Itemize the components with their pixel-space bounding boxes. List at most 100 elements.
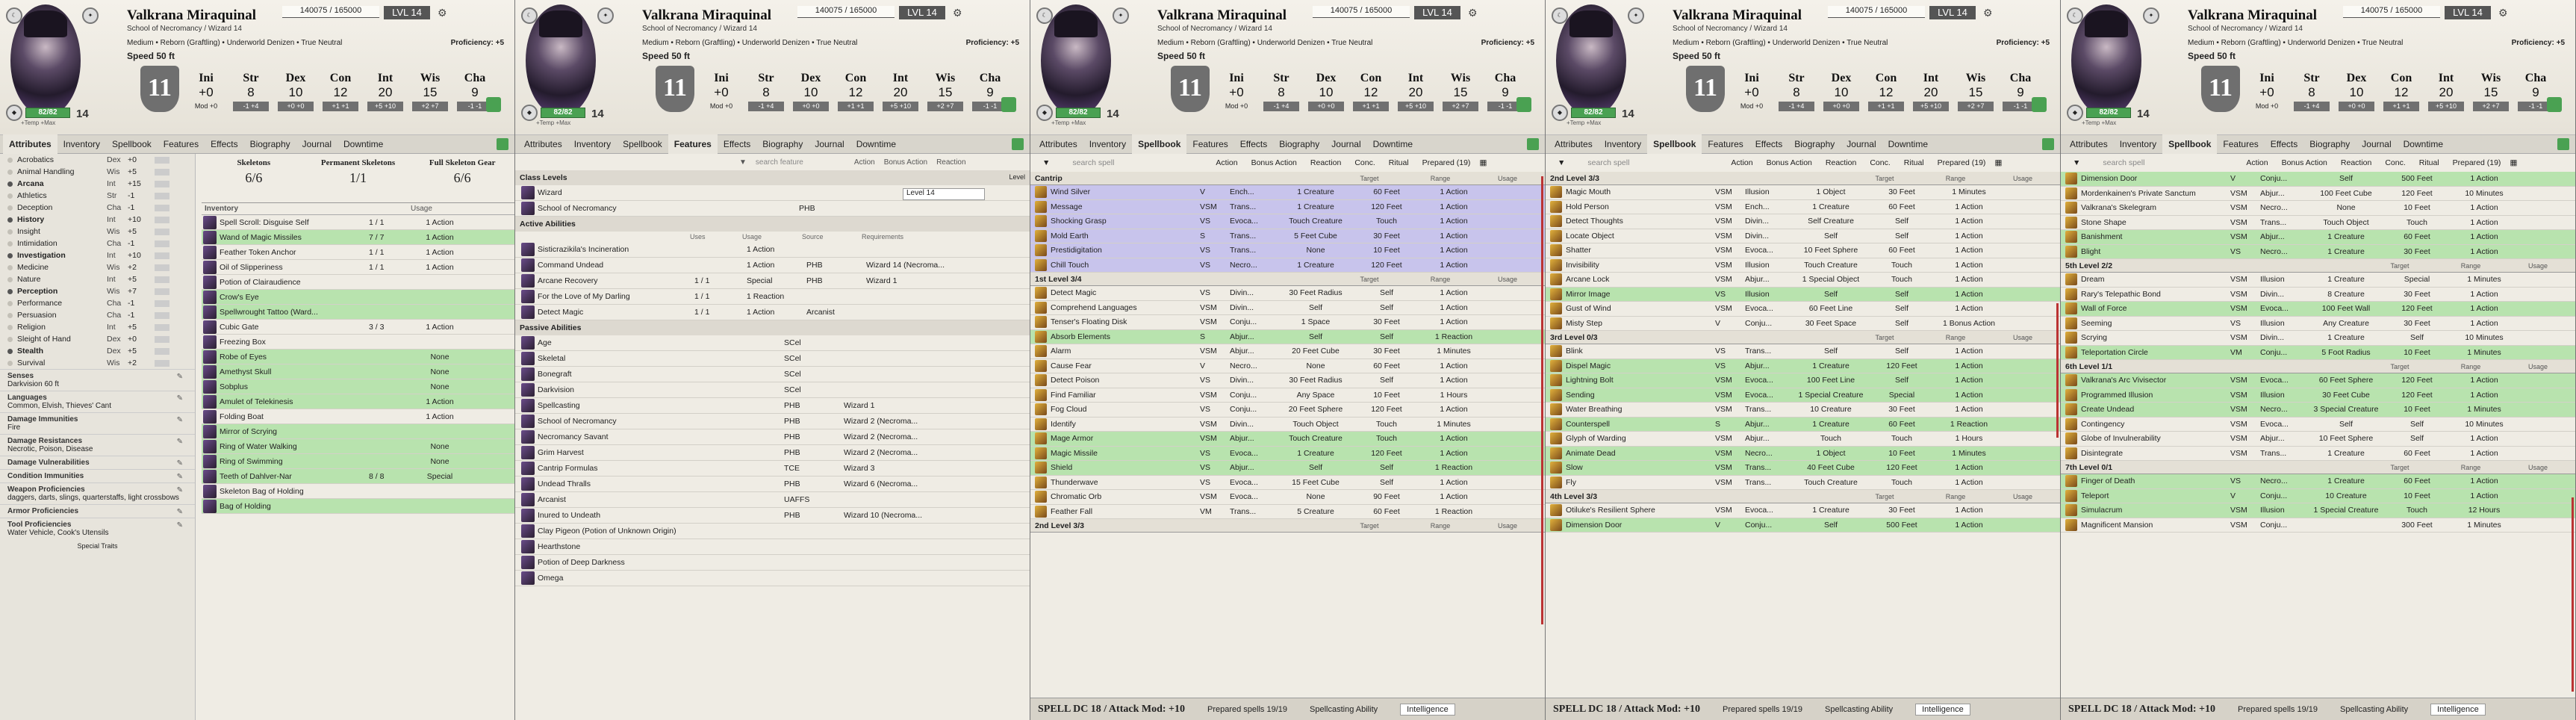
edit-icon[interactable]: ✎: [177, 473, 183, 481]
spell-row[interactable]: Absorb Elements S Abjur... Self Self 1 R…: [1030, 329, 1545, 344]
lock-icon[interactable]: [2042, 138, 2054, 150]
stat-dex[interactable]: Dex 10 +0 +0: [788, 72, 833, 111]
inventory-item[interactable]: Sobplus None: [202, 379, 514, 394]
spell-filter-chip[interactable]: Ritual: [2415, 158, 2444, 168]
stat-wis[interactable]: Wis 15 +2 +7: [2468, 72, 2513, 111]
passive-ability-row[interactable]: Darkvision SCel: [515, 382, 1030, 398]
spell-row[interactable]: Stone Shape VSM Trans... Touch Object To…: [2061, 216, 2575, 230]
stat-str[interactable]: Str 8 -1 +4: [228, 72, 273, 111]
passive-ability-row[interactable]: Potion of Deep Darkness: [515, 555, 1030, 571]
hp-bar[interactable]: 82/82: [1571, 108, 1616, 118]
tab-features[interactable]: Features: [668, 134, 718, 154]
stat-dex[interactable]: Dex 10 +0 +0: [2334, 72, 2379, 111]
active-ability-row[interactable]: Detect Magic 1 / 1 1 Action Arcanist: [515, 305, 1030, 320]
tab-effects[interactable]: Effects: [1234, 134, 1273, 154]
armor-class-shield[interactable]: 11: [1171, 66, 1210, 112]
lock-icon[interactable]: [2032, 97, 2047, 112]
stat-con[interactable]: Con 12 +1 +1: [1348, 72, 1393, 111]
edit-icon[interactable]: ✎: [177, 459, 183, 468]
spell-row[interactable]: Invisibility VSM Illusion Touch Creature…: [1546, 258, 2060, 273]
character-name[interactable]: Valkrana Miraquinal: [642, 7, 771, 24]
spell-row[interactable]: Glyph of Warding VSM Abjur... Touch Touc…: [1546, 432, 2060, 447]
spell-row[interactable]: Gust of Wind VSM Evoca... 60 Feet Line S…: [1546, 302, 2060, 317]
xp-field[interactable]: 140075 / 165000: [282, 6, 379, 18]
tab-journal[interactable]: Journal: [809, 134, 850, 154]
spell-row[interactable]: Simulacrum VSM Illusion 1 Special Creatu…: [2061, 503, 2575, 518]
stat-int[interactable]: Int 20 +5 +10: [878, 72, 923, 111]
lock-icon[interactable]: [497, 138, 508, 150]
spell-row[interactable]: Slow VSM Trans... 40 Feet Cube 120 Feet …: [1546, 461, 2060, 476]
stat-ini[interactable]: Ini +0 Mod +0: [1214, 72, 1259, 111]
spell-filter-chip[interactable]: Conc.: [2380, 158, 2409, 168]
spell-row[interactable]: Mordenkainen's Private Sanctum VSM Abjur…: [2061, 187, 2575, 201]
proficiency-dot-icon[interactable]: [7, 157, 13, 163]
spell-filter-chip[interactable]: Reaction: [1821, 158, 1861, 168]
settings-icon[interactable]: ✦: [1113, 7, 1129, 24]
xp-field[interactable]: 140075 / 165000: [797, 6, 895, 18]
skill-row[interactable]: Nature Int +5: [0, 273, 195, 285]
stat-con[interactable]: Con 12 +1 +1: [1864, 72, 1908, 111]
spell-row[interactable]: Blink VS Trans... Self Self 1 Action: [1546, 344, 2060, 359]
spell-row[interactable]: Identify VSM Divin... Touch Object Touch…: [1030, 418, 1545, 432]
skill-row[interactable]: Investigation Int +10: [0, 249, 195, 261]
spellcasting-ability-select[interactable]: Intelligence: [1915, 703, 1970, 716]
level-button[interactable]: LVL 14: [1414, 6, 1460, 19]
scrollbar[interactable]: [2572, 497, 2574, 692]
skill-row[interactable]: Religion Int +5: [0, 321, 195, 333]
level-button[interactable]: LVL 14: [2445, 6, 2491, 19]
gear-icon[interactable]: ⚙: [953, 7, 962, 19]
stat-wis[interactable]: Wis 15 +2 +7: [1953, 72, 1998, 111]
spell-row[interactable]: Globe of Invulnerability VSM Abjur... 10…: [2061, 432, 2575, 447]
edit-icon[interactable]: ✎: [177, 373, 183, 381]
proficiency-dot-icon[interactable]: [7, 336, 13, 342]
rest-icon[interactable]: ☾: [2067, 7, 2083, 24]
spell-row[interactable]: Mage Armor VSM Abjur... Touch Creature T…: [1030, 432, 1545, 447]
tab-downtime[interactable]: Downtime: [337, 134, 389, 154]
tab-journal[interactable]: Journal: [296, 134, 337, 154]
tab-biography[interactable]: Biography: [2303, 134, 2356, 154]
stat-wis[interactable]: Wis 15 +2 +7: [923, 72, 968, 111]
skill-bonus-box[interactable]: [155, 192, 169, 199]
passive-ability-row[interactable]: Skeletal SCel: [515, 351, 1030, 367]
skill-row[interactable]: Stealth Dex +5: [0, 345, 195, 357]
skill-bonus-box[interactable]: [155, 359, 169, 367]
gear-icon[interactable]: ⚙: [438, 7, 447, 19]
spell-row[interactable]: Seeming VS Illusion Any Creature 30 Feet…: [2061, 317, 2575, 331]
stat-wis[interactable]: Wis 15 +2 +7: [1438, 72, 1483, 111]
tab-features[interactable]: Features: [1702, 134, 1749, 154]
character-name[interactable]: Valkrana Miraquinal: [1673, 7, 1802, 24]
lock-icon[interactable]: [1527, 138, 1539, 150]
skill-bonus-box[interactable]: [155, 311, 169, 319]
spell-row[interactable]: Blight VS Necro... 1 Creature 30 Feet 1 …: [2061, 244, 2575, 259]
spell-row[interactable]: Fly VSM Trans... Touch Creature Touch 1 …: [1546, 476, 2060, 490]
spell-filter-chip[interactable]: Ritual: [1384, 158, 1413, 168]
hp-bar[interactable]: 82/82: [2086, 108, 2131, 118]
level-button[interactable]: LVL 14: [384, 6, 430, 19]
passive-ability-row[interactable]: Cantrip Formulas TCE Wizard 3: [515, 461, 1030, 477]
tab-attributes[interactable]: Attributes: [518, 134, 568, 154]
special-traits-link[interactable]: Special Traits: [0, 542, 195, 550]
skill-bonus-box[interactable]: [155, 323, 169, 331]
edit-icon[interactable]: ✎: [177, 438, 183, 446]
spellcasting-ability-select[interactable]: Intelligence: [1400, 703, 1455, 716]
filter-chip[interactable]: Bonus Action: [884, 158, 927, 167]
tab-biography[interactable]: Biography: [244, 134, 296, 154]
character-portrait[interactable]: [10, 4, 81, 117]
stat-int[interactable]: Int 20 +5 +10: [1393, 72, 1438, 111]
inventory-item[interactable]: Spell Scroll: Disguise Self 1 / 1 1 Acti…: [202, 215, 514, 230]
tab-spellbook[interactable]: Spellbook: [617, 134, 668, 154]
inventory-item[interactable]: Potion of Clairaudience: [202, 275, 514, 290]
level-select[interactable]: Level 14: [903, 188, 985, 200]
spell-row[interactable]: Magic Mouth VSM Illusion 1 Object 30 Fee…: [1546, 185, 2060, 200]
armor-class-shield[interactable]: 11: [140, 66, 179, 112]
skeleton-counter[interactable]: Full Skeleton Gear 6/6: [410, 154, 514, 202]
inventory-item[interactable]: Crow's Eye: [202, 290, 514, 305]
proficiency-dot-icon[interactable]: [7, 324, 13, 330]
tab-inventory[interactable]: Inventory: [1083, 134, 1132, 154]
feature-search-input[interactable]: search feature: [756, 158, 845, 167]
lock-icon[interactable]: [1001, 97, 1016, 112]
filter-icon[interactable]: ▼: [2073, 158, 2080, 167]
level-badge-icon[interactable]: ◆: [2067, 105, 2083, 121]
spell-filter-chip[interactable]: Reaction: [1306, 158, 1345, 168]
spell-row[interactable]: Fog Cloud VS Conju... 20 Feet Sphere 120…: [1030, 403, 1545, 418]
